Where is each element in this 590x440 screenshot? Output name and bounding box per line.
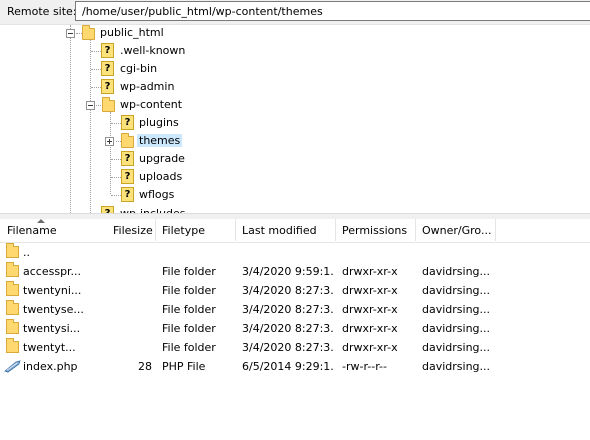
tree-node-label: themes bbox=[137, 134, 183, 147]
file-type: File folder bbox=[162, 341, 216, 354]
file-permissions: drwxr-xr-x bbox=[342, 284, 398, 297]
folder-icon bbox=[6, 338, 19, 353]
column-divider[interactable] bbox=[235, 219, 236, 241]
tree-guide-line bbox=[70, 25, 71, 213]
file-owner: davidrsing... bbox=[422, 341, 491, 354]
file-type: File folder bbox=[162, 265, 216, 278]
file-row[interactable]: twentysi... File folder 3/4/2020 8:27:3.… bbox=[0, 319, 590, 338]
remote-site-label: Remote site: bbox=[7, 5, 77, 18]
tree-node-label: .well-known bbox=[120, 44, 186, 57]
unknown-folder-icon: ? bbox=[101, 206, 114, 213]
folder-icon bbox=[6, 262, 19, 277]
tree-node-label: wp-content bbox=[120, 98, 183, 111]
tree-guide-line bbox=[91, 69, 101, 70]
tree-node-label: wp-admin bbox=[120, 80, 175, 93]
tree-guide-line bbox=[91, 51, 101, 52]
file-owner: davidrsing... bbox=[422, 303, 491, 316]
file-permissions: drwxr-xr-x bbox=[342, 341, 398, 354]
unknown-folder-icon: ? bbox=[101, 61, 114, 76]
folder-icon bbox=[6, 319, 19, 334]
file-name: twentysi... bbox=[23, 322, 81, 335]
file-size: 28 bbox=[138, 360, 152, 373]
file-type: PHP File bbox=[162, 360, 206, 373]
column-divider[interactable] bbox=[335, 219, 336, 241]
remote-site-bar: Remote site: bbox=[0, 0, 590, 25]
tree-guide-line bbox=[110, 112, 111, 194]
tree-guide-line bbox=[111, 177, 121, 178]
file-name: .. bbox=[23, 246, 30, 259]
file-owner: davidrsing... bbox=[422, 284, 491, 297]
file-row[interactable]: index.php 28 PHP File 6/5/2014 9:29:1...… bbox=[0, 357, 590, 376]
file-row[interactable]: accesspr... File folder 3/4/2020 9:59:1.… bbox=[0, 262, 590, 281]
file-last-modified: 3/4/2020 8:27:3... bbox=[242, 322, 334, 335]
file-permissions: drwxr-xr-x bbox=[342, 322, 398, 335]
file-row[interactable]: twentyse... File folder 3/4/2020 8:27:3.… bbox=[0, 300, 590, 319]
file-row-parent-directory[interactable]: .. bbox=[0, 243, 590, 262]
file-owner: davidrsing... bbox=[422, 322, 491, 335]
remote-path-input[interactable] bbox=[75, 1, 590, 21]
php-file-icon bbox=[4, 360, 21, 373]
file-row[interactable]: twentyni... File folder 3/4/2020 8:27:3.… bbox=[0, 281, 590, 300]
tree-node-label: upgrade bbox=[139, 152, 185, 165]
tree-guide-line bbox=[111, 159, 121, 160]
unknown-folder-icon: ? bbox=[121, 115, 134, 130]
collapse-toggle-icon[interactable] bbox=[66, 29, 75, 38]
folder-icon bbox=[6, 300, 19, 315]
collapse-toggle-icon[interactable] bbox=[86, 101, 95, 110]
file-type: File folder bbox=[162, 322, 216, 335]
column-header-filename[interactable]: Filename bbox=[7, 224, 57, 237]
tree-guide-line bbox=[111, 195, 121, 196]
file-name: twentyt... bbox=[23, 341, 76, 354]
file-name: accesspr... bbox=[23, 265, 82, 278]
remote-directory-tree[interactable]: public_html ? .well-known ? cgi-bin ? wp… bbox=[0, 25, 590, 213]
unknown-folder-icon: ? bbox=[101, 79, 114, 94]
file-owner: davidrsing... bbox=[422, 265, 491, 278]
file-owner: davidrsing... bbox=[422, 360, 491, 373]
tree-node-label: plugins bbox=[139, 116, 179, 129]
file-last-modified: 3/4/2020 9:59:1... bbox=[242, 265, 334, 278]
column-header-filesize[interactable]: Filesize bbox=[113, 224, 153, 237]
file-type: File folder bbox=[162, 284, 216, 297]
tree-node-label: uploads bbox=[139, 170, 183, 183]
column-divider[interactable] bbox=[495, 219, 496, 241]
unknown-folder-icon: ? bbox=[101, 43, 114, 58]
column-header-owner-group[interactable]: Owner/Gro... bbox=[422, 224, 491, 237]
column-header-last-modified[interactable]: Last modified bbox=[242, 224, 317, 237]
expand-toggle-icon[interactable] bbox=[105, 137, 114, 146]
file-list-header: Filename Filesize Filetype Last modified… bbox=[0, 219, 590, 243]
folder-icon bbox=[6, 243, 19, 258]
unknown-folder-icon: ? bbox=[121, 169, 134, 184]
tree-guide-line bbox=[90, 37, 91, 213]
tree-node-label: wflogs bbox=[139, 188, 175, 201]
column-divider[interactable] bbox=[155, 219, 156, 241]
file-last-modified: 3/4/2020 8:27:3... bbox=[242, 284, 334, 297]
file-permissions: drwxr-xr-x bbox=[342, 265, 398, 278]
sort-ascending-icon bbox=[37, 219, 45, 223]
folder-open-icon bbox=[82, 25, 95, 40]
folder-open-icon bbox=[102, 97, 115, 112]
tree-node-label: cgi-bin bbox=[120, 62, 158, 75]
tree-guide-line bbox=[91, 87, 101, 88]
tree-node-label: public_html bbox=[100, 26, 164, 39]
unknown-folder-icon: ? bbox=[121, 187, 134, 202]
column-header-permissions[interactable]: Permissions bbox=[342, 224, 407, 237]
unknown-folder-icon: ? bbox=[121, 151, 134, 166]
folder-icon bbox=[6, 281, 19, 296]
file-type: File folder bbox=[162, 303, 216, 316]
file-permissions: -rw-r--r-- bbox=[342, 360, 387, 373]
column-divider[interactable] bbox=[415, 219, 416, 241]
column-header-filetype[interactable]: Filetype bbox=[162, 224, 205, 237]
tree-guide-line bbox=[96, 105, 101, 106]
file-row[interactable]: twentyt... File folder 3/4/2020 8:27:3..… bbox=[0, 338, 590, 357]
file-name: twentyse... bbox=[23, 303, 84, 316]
file-permissions: drwxr-xr-x bbox=[342, 303, 398, 316]
tree-guide-line bbox=[111, 123, 121, 124]
folder-icon bbox=[121, 133, 134, 148]
file-last-modified: 6/5/2014 9:29:1... bbox=[242, 360, 334, 373]
file-name: twentyni... bbox=[23, 284, 82, 297]
file-last-modified: 3/4/2020 8:27:3... bbox=[242, 341, 334, 354]
file-name: index.php bbox=[23, 360, 78, 373]
file-last-modified: 3/4/2020 8:27:3... bbox=[242, 303, 334, 316]
